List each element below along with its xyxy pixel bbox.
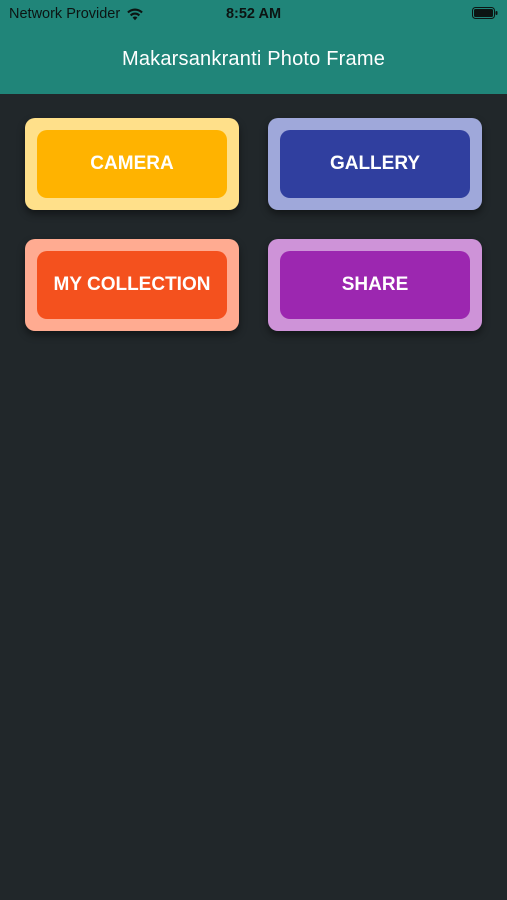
share-button[interactable]: SHARE	[280, 251, 470, 319]
battery-icon	[472, 7, 498, 19]
my-collection-button[interactable]: MY COLLECTION	[37, 251, 227, 319]
status-time: 8:52 AM	[225, 6, 282, 22]
status-bar: Network Provider 8:52 AM	[0, 0, 507, 28]
app-title: Makarsankranti Photo Frame	[121, 48, 386, 70]
gallery-button[interactable]: GALLERY	[280, 130, 470, 198]
share-tile: SHARE	[268, 239, 482, 331]
gallery-tile: GALLERY	[268, 118, 482, 210]
camera-tile: CAMERA	[25, 118, 239, 210]
app-bar: Makarsankranti Photo Frame	[0, 28, 507, 94]
camera-button[interactable]: CAMERA	[37, 130, 227, 198]
my-collection-tile: MY COLLECTION	[25, 239, 239, 331]
